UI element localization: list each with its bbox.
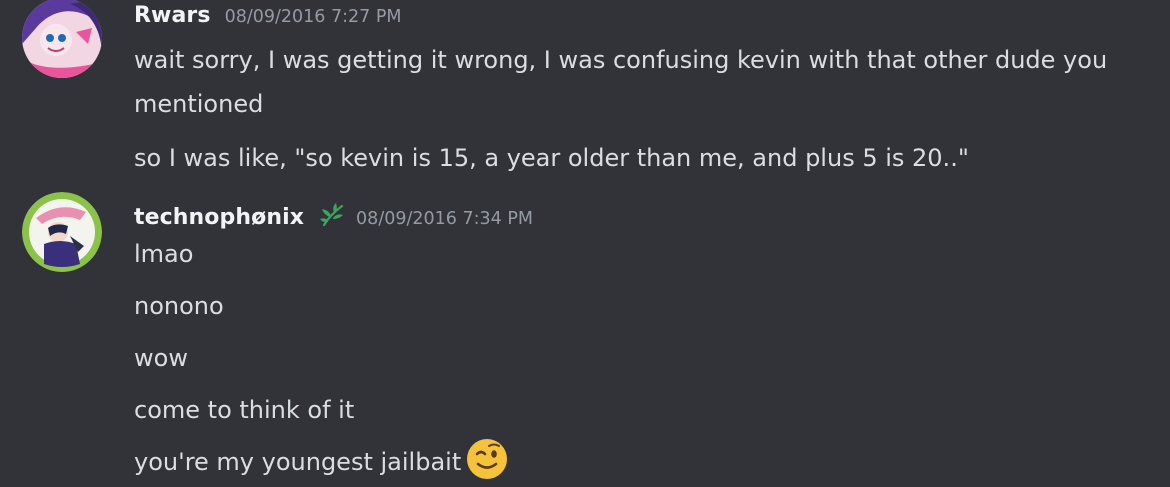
message-text-with-emoji: you're my youngest jailbait: [134, 437, 509, 485]
message-text: so I was like, "so kevin is 15, a year o…: [134, 144, 969, 172]
message-header: Rwars 08/09/2016 7:27 PM: [134, 3, 402, 28]
message-text: mentioned: [134, 90, 264, 118]
chat-message-list: Rwars 08/09/2016 7:27 PM wait sorry, I w…: [0, 0, 1170, 487]
message-header: technophønix 08/09/2016 7:34 PM: [134, 196, 533, 230]
message-text: wow: [134, 344, 188, 372]
username[interactable]: technophønix: [134, 205, 304, 230]
timestamp[interactable]: 08/09/2016 7:34 PM: [356, 209, 533, 229]
message-text: come to think of it: [134, 396, 355, 424]
winking-face-emoji[interactable]: [465, 437, 509, 481]
avatar[interactable]: [22, 0, 102, 78]
message-text: lmao: [134, 240, 194, 268]
timestamp[interactable]: 08/09/2016 7:27 PM: [225, 7, 402, 27]
message-text: nonono: [134, 292, 224, 320]
username[interactable]: Rwars: [134, 3, 211, 28]
message-text: wait sorry, I was getting it wrong, I wa…: [134, 46, 1108, 74]
message-text: you're my youngest jailbait: [134, 448, 462, 476]
leaf-icon[interactable]: [318, 201, 346, 229]
avatar[interactable]: [22, 192, 102, 272]
